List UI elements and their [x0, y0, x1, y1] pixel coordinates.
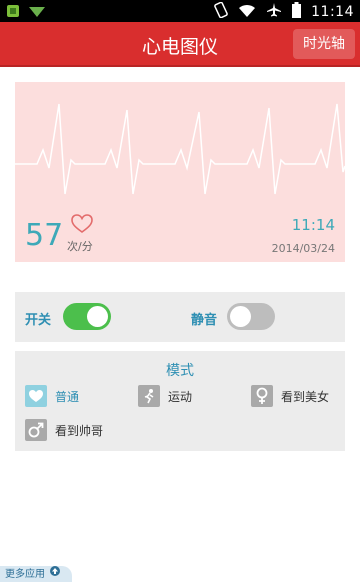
arrow-up-icon	[50, 566, 61, 582]
wifi-icon	[238, 3, 256, 22]
mode-see-handsome[interactable]: 看到帅哥	[25, 418, 103, 442]
mode-label: 普通	[55, 389, 80, 404]
battery-icon	[292, 2, 302, 22]
mode-panel: 模式 普通 运动 看到美女 看到帅哥	[15, 351, 345, 451]
heart-icon	[71, 214, 93, 238]
airplane-icon	[266, 2, 282, 22]
more-apps-label: 更多应用	[5, 569, 45, 580]
ecg-panel: 57 次/分 11:14 2014/03/24	[15, 82, 345, 262]
mode-label: 看到帅哥	[55, 423, 104, 438]
title-bar: 心电图仪 时光轴	[0, 22, 360, 67]
status-bar: 11:14	[0, 0, 360, 22]
male-icon	[25, 419, 47, 441]
power-toggle[interactable]	[63, 303, 111, 330]
mode-normal[interactable]: 普通	[25, 384, 79, 408]
mode-label: 运动	[168, 389, 193, 404]
heart-rate-value: 57	[25, 218, 64, 253]
ecg-date: 2014/03/24	[271, 242, 335, 255]
runner-icon	[138, 385, 160, 407]
download-icon	[28, 3, 46, 22]
heart-icon	[25, 385, 47, 407]
status-time: 11:14	[311, 4, 354, 20]
power-label: 开关	[25, 313, 52, 328]
heart-rate-unit: 次/分	[67, 240, 93, 253]
switch-panel: 开关 静音	[15, 292, 345, 342]
rotate-icon	[214, 1, 228, 22]
mute-label: 静音	[191, 313, 218, 328]
mode-see-beauty[interactable]: 看到美女	[251, 384, 329, 408]
mode-title: 模式	[166, 363, 194, 379]
ecg-time: 11:14	[291, 216, 335, 234]
mode-label: 看到美女	[281, 389, 330, 404]
mode-sport[interactable]: 运动	[138, 384, 192, 408]
timeline-button[interactable]: 时光轴	[293, 29, 355, 59]
ecg-waveform	[15, 103, 345, 195]
more-apps-tab[interactable]: 更多应用	[0, 566, 72, 582]
female-icon	[251, 385, 273, 407]
notification-icon	[6, 3, 20, 22]
mute-toggle[interactable]	[227, 303, 275, 330]
